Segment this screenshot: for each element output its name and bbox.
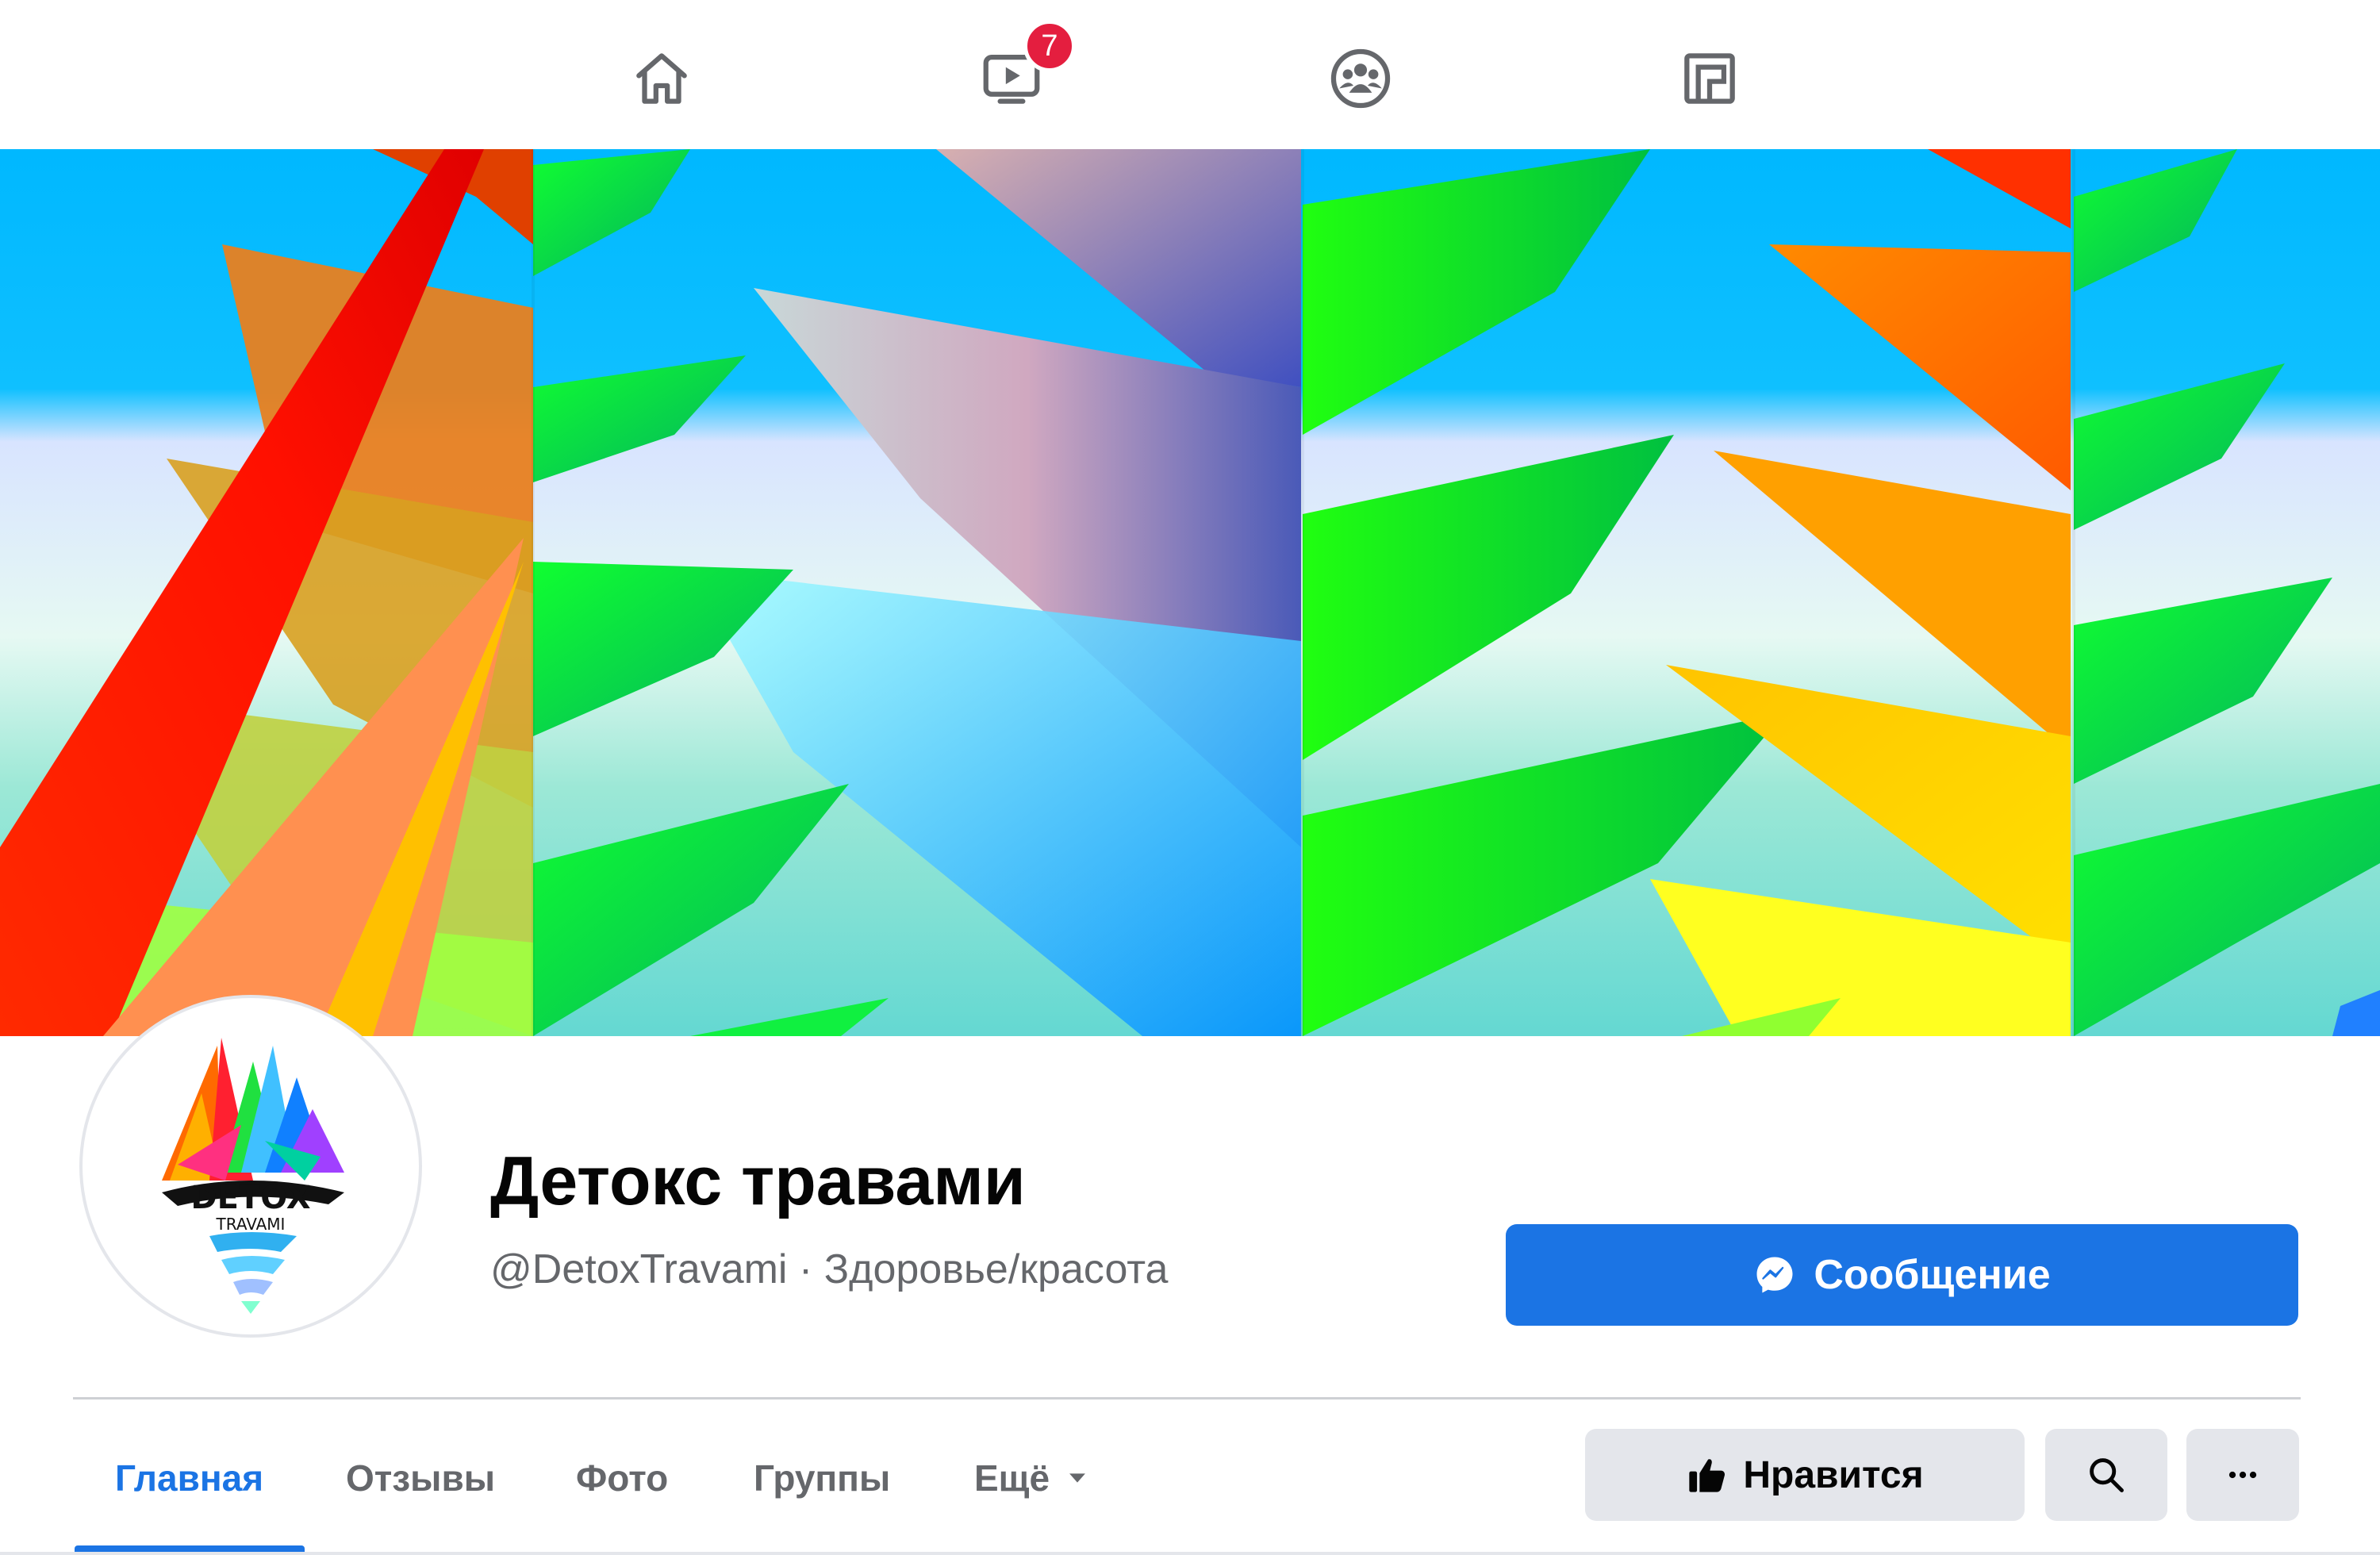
logo-subtext: TRAVAMI [216,1215,286,1234]
like-button[interactable]: Нравится [1585,1429,2025,1521]
tab-more-label: Ещё [974,1457,1050,1499]
tab-groups[interactable]: Группы [754,1457,890,1499]
more-options-button[interactable] [2186,1429,2299,1521]
messenger-icon [1756,1257,1793,1293]
bottom-border [0,1552,2380,1555]
nav-gaming[interactable] [1666,35,1753,122]
section-divider [73,1397,2301,1400]
tab-reviews[interactable]: Отзывы [346,1457,495,1499]
like-button-label: Нравится [1743,1453,1924,1496]
search-icon [2090,1458,2124,1492]
nav-groups[interactable] [1317,35,1404,122]
gaming-icon [1684,53,1735,104]
tab-home[interactable]: Главная [115,1457,263,1499]
page-title: Детокс травами [490,1143,1026,1219]
page-avatar[interactable]: DETOX TRAVAMI [83,998,419,1334]
groups-icon [1330,48,1391,109]
home-icon [636,53,687,104]
watch-notification-badge: 7 [1023,20,1076,72]
active-tab-indicator [75,1545,305,1552]
page-subtitle: @DetoxTravami · Здоровье/красота [490,1246,1169,1292]
cover-photo[interactable] [0,149,2380,1036]
message-button[interactable]: Сообщение [1506,1224,2298,1326]
message-button-label: Сообщение [1814,1252,2051,1298]
tab-photos[interactable]: Фото [576,1457,668,1499]
tab-more[interactable]: Ещё [974,1457,1091,1499]
nav-home[interactable] [618,35,705,122]
ellipsis-icon [2228,1471,2257,1479]
logo-text: DETOX [190,1180,310,1216]
top-navigation: 7 [0,0,2380,149]
caret-down-icon [1069,1473,1085,1483]
thumbs-up-icon [1689,1459,1726,1492]
detox-logo: DETOX TRAVAMI [162,1038,344,1314]
search-button[interactable] [2045,1429,2167,1521]
